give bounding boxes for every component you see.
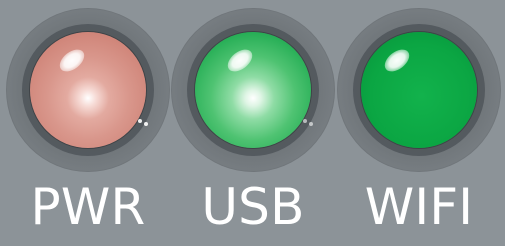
wifi-indicator: WIFI [337,8,501,246]
usb-indicator: USB [171,8,335,246]
wifi-led-lens [361,32,477,148]
wifi-label: WIFI [364,178,474,236]
pwr-led-lens [30,32,146,148]
usb-led-sparkle-small [309,122,313,126]
pwr-label: PWR [30,178,146,236]
usb-led-lens [195,32,311,148]
usb-label: USB [201,178,305,236]
pwr-led-sparkle-small [144,122,148,126]
status-led-panel: PWR USB WIFI [0,0,505,246]
usb-led-sparkle [303,119,307,123]
pwr-led-sparkle [138,119,142,123]
pwr-indicator: PWR [6,8,170,246]
